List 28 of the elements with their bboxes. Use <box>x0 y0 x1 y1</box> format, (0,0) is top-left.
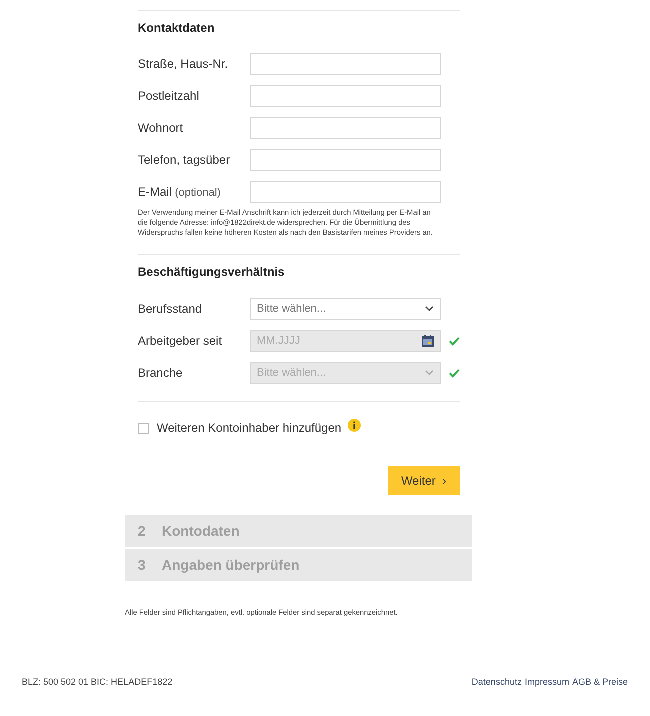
footer-link[interactable]: AGB & Preise <box>572 677 628 687</box>
field-label: Wohnort <box>138 121 184 135</box>
field-label: Branche <box>138 366 184 380</box>
step-header: 3 Angaben überprüfen <box>125 549 472 581</box>
next-button[interactable]: Weiter › <box>388 466 460 495</box>
section-heading: Kontaktdaten <box>138 20 216 36</box>
field-label: Straße, Haus-Nr. <box>138 57 230 71</box>
footer-link[interactable]: Datenschutz <box>472 677 522 687</box>
field-label: Postleitzahl <box>138 89 200 103</box>
checkbox[interactable] <box>138 422 149 434</box>
section-heading: Beschäftigungsverhältnis <box>138 264 286 280</box>
bank-info: BLZ: 500 502 01 BIC: HELADEF1822 <box>22 677 173 687</box>
footer-link[interactable]: Impressum <box>524 677 570 687</box>
step-header: 2 Kontodaten <box>125 515 472 547</box>
text-field[interactable] <box>250 181 441 203</box>
chevron-down-icon <box>425 306 434 312</box>
text-field[interactable] <box>250 117 441 139</box>
field-label: Arbeitgeber seit <box>138 334 224 348</box>
checkbox-label[interactable]: Weiteren Kontoinhaber hinzufügen <box>157 421 342 435</box>
field-label: Berufsstand <box>138 302 204 316</box>
chevron-down-icon <box>425 370 434 376</box>
field-label: Telefon, tagsüber <box>138 153 232 167</box>
info-icon[interactable] <box>348 418 361 432</box>
text-field[interactable] <box>250 85 441 107</box>
dropdown-field[interactable]: Bitte wählen... <box>250 298 441 320</box>
text-field[interactable] <box>250 149 441 171</box>
field-label: E-Mail (optional) <box>138 185 222 199</box>
text-field[interactable] <box>250 53 441 75</box>
